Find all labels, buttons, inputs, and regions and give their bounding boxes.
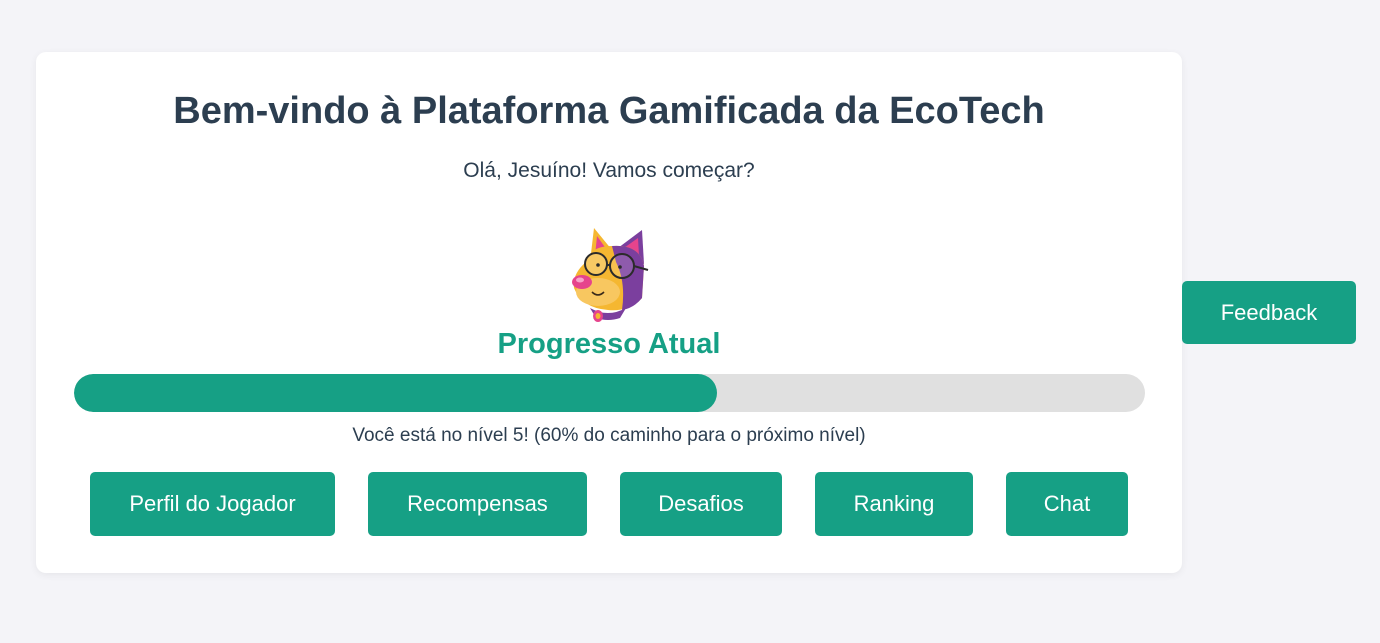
progress-heading: Progresso Atual (497, 328, 721, 360)
ranking-button[interactable]: Ranking (815, 472, 973, 536)
greeting-text: Olá, Jesuíno! Vamos começar? (463, 159, 755, 182)
page-title: Bem-vindo à Plataforma Gamificada da Eco… (173, 90, 1045, 132)
progress-bar (74, 374, 1145, 412)
progress-bar-fill (74, 374, 717, 412)
feedback-button[interactable]: Feedback (1182, 281, 1356, 344)
player-profile-button[interactable]: Perfil do Jogador (90, 472, 335, 536)
chat-button[interactable]: Chat (1006, 472, 1128, 536)
progress-status-text: Você está no nível 5! (60% do caminho pa… (352, 425, 866, 446)
dog-mascot-icon (560, 222, 656, 324)
challenges-button[interactable]: Desafios (620, 472, 782, 536)
rewards-button[interactable]: Recompensas (368, 472, 587, 536)
